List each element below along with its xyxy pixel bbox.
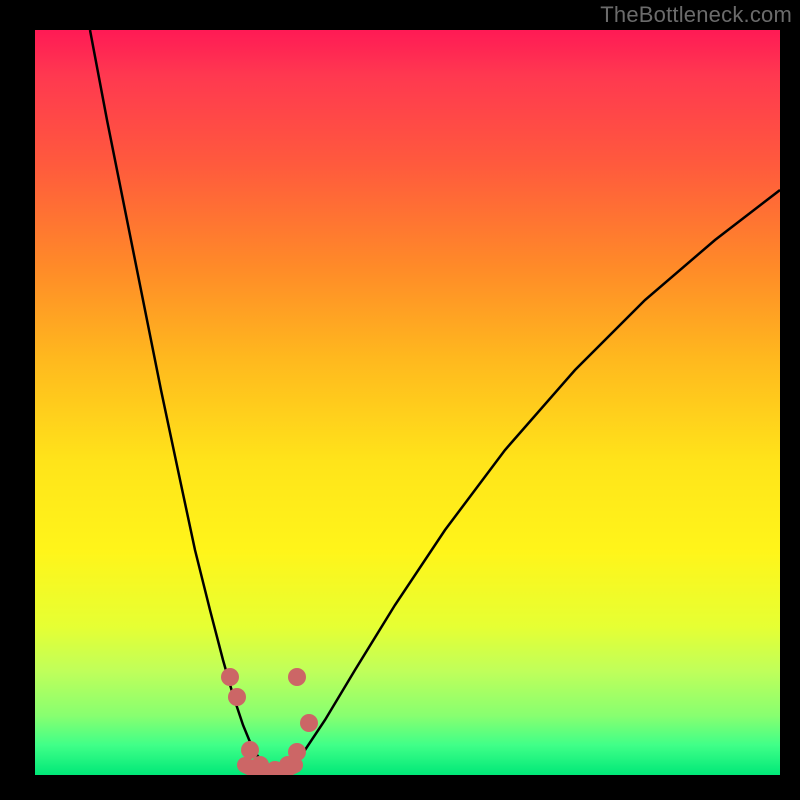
watermark-text: TheBottleneck.com — [600, 2, 792, 28]
chart-frame: TheBottleneck.com — [0, 0, 800, 800]
plot-background-gradient — [35, 30, 780, 775]
